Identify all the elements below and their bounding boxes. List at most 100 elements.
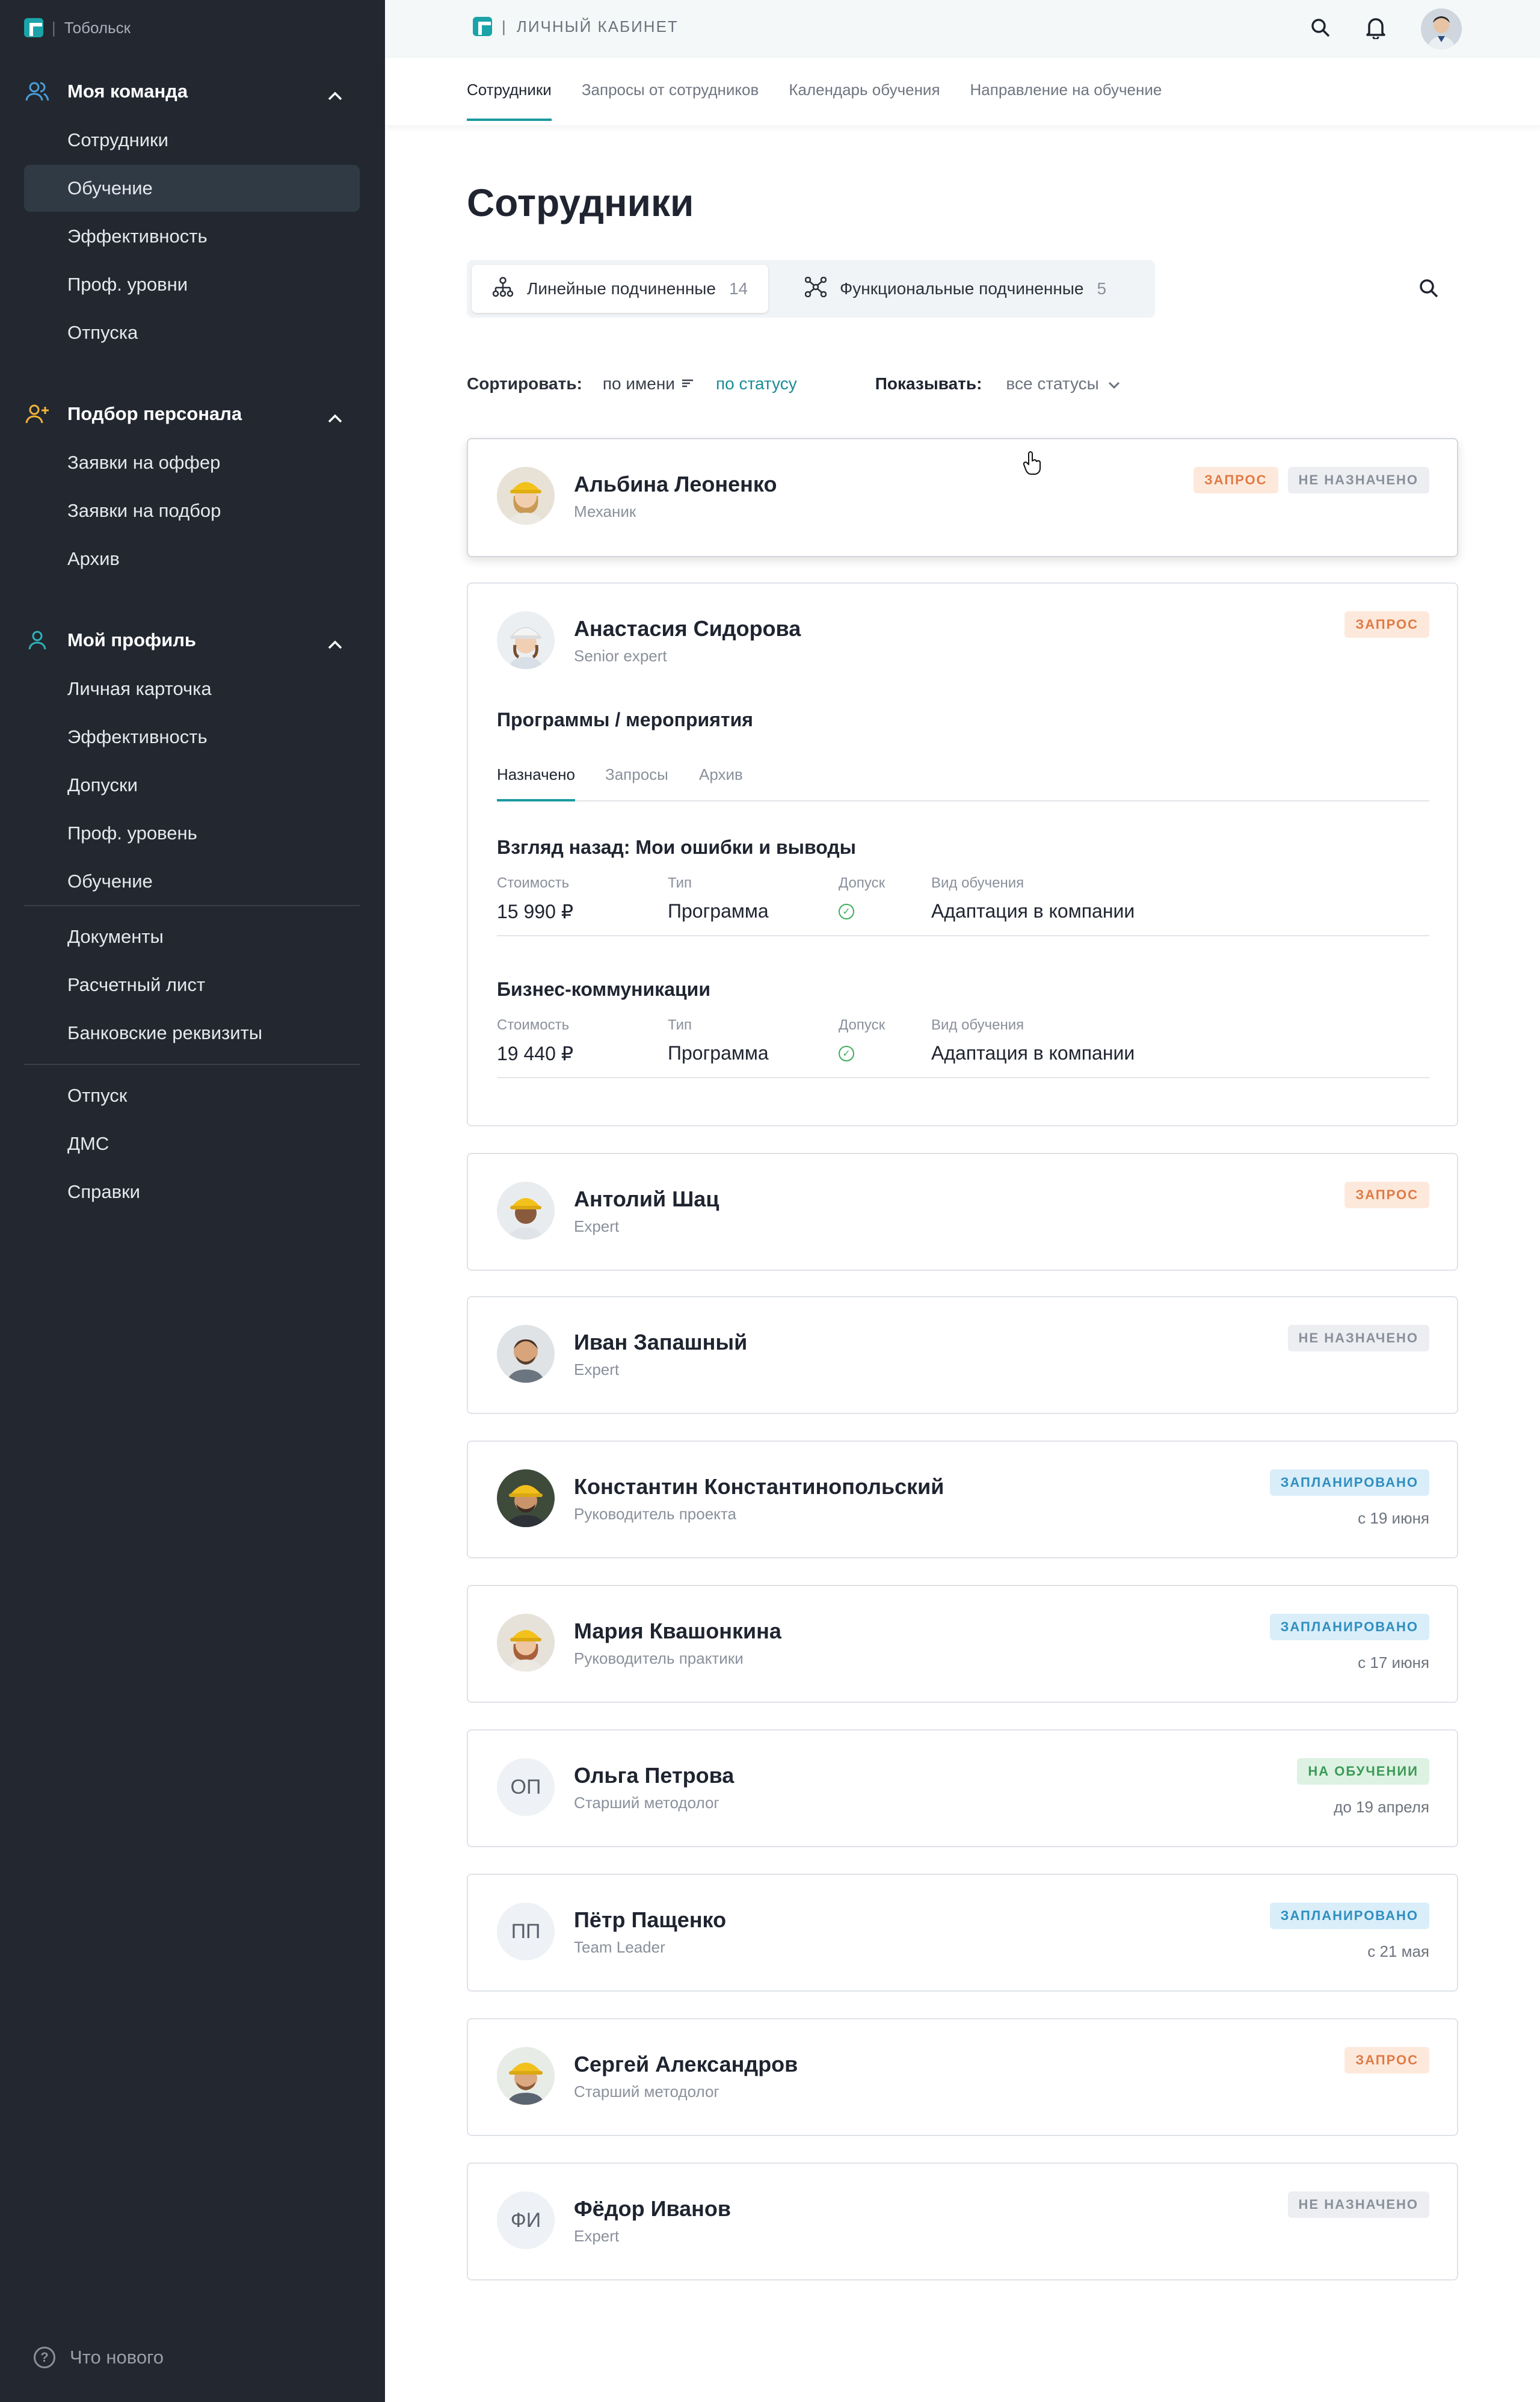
chevron-up-icon[interactable] (327, 84, 343, 106)
employee-name: Сергей Александров (574, 2051, 798, 2076)
show-label: Показывать: (875, 374, 982, 393)
sort-by-name-label: по имени (602, 374, 675, 393)
employee-card[interactable]: Константин Константинопольский Руководит… (467, 1440, 1458, 1558)
sidebar-item-hiring-requests[interactable]: Заявки на подбор (24, 487, 360, 534)
user-icon (24, 627, 51, 653)
sidebar-item-my-training[interactable]: Обучение (24, 858, 360, 905)
sidebar-item-permits[interactable]: Допуски (24, 762, 360, 809)
kind-value: Адаптация в компании (931, 900, 1135, 922)
sidebar-item-dms[interactable]: ДМС (24, 1120, 360, 1167)
sidebar-item-offer-requests[interactable]: Заявки на оффер (24, 439, 360, 486)
employee-role: Expert (574, 1360, 620, 1379)
nav-group-label: Подбор персонала (67, 403, 242, 424)
sidebar-item-archive[interactable]: Архив (24, 536, 360, 582)
search-icon[interactable] (1418, 278, 1439, 301)
tab-archive[interactable]: Архив (699, 765, 743, 800)
cost-value: 19 440 ₽ (497, 1043, 574, 1064)
tab-employee-requests[interactable]: Запросы от сотрудников (582, 81, 759, 121)
sidebar-item-documents[interactable]: Документы (24, 913, 360, 960)
tab-training-calendar[interactable]: Календарь обучения (789, 81, 940, 121)
employee-card[interactable]: Мария Квашонкина Руководитель практики З… (467, 1585, 1458, 1703)
team-icon (24, 78, 51, 105)
status-badge: НА ОБУЧЕНИИ (1297, 1758, 1429, 1785)
employee-role: Старший методолог (574, 2082, 719, 2101)
sidebar-item-vacation[interactable]: Отпуск (24, 1072, 360, 1119)
divider (24, 1064, 360, 1065)
avatar-initials: ФИ (497, 2191, 555, 2249)
programs-title: Программы / мероприятия (497, 709, 753, 730)
employee-role: Руководитель проекта (574, 1504, 736, 1523)
employee-name: Мария Квашонкина (574, 1618, 781, 1643)
program-item[interactable]: Взгляд назад: Мои ошибки и выводы Стоимо… (497, 836, 1429, 936)
user-avatar[interactable] (1421, 8, 1462, 49)
search-icon[interactable] (1310, 17, 1331, 41)
nav-group-my-profile[interactable]: Мой профиль (24, 626, 361, 655)
status-date: с 17 июня (1358, 1653, 1429, 1672)
employee-card[interactable]: Иван Запашный Expert НЕ НАЗНАЧЕНО (467, 1296, 1458, 1414)
sidebar-item-personal-card[interactable]: Личная карточка (24, 665, 360, 712)
sidebar-item-prof-levels[interactable]: Проф. уровни (24, 261, 360, 308)
status-badge: ЗАПРОС (1344, 611, 1429, 638)
nav-group-label: Мой профиль (67, 629, 196, 650)
status-badge: НЕ НАЗНАЧЕНО (1287, 2191, 1429, 2218)
employee-info: Константин Константинопольский Руководит… (497, 1469, 944, 1527)
sidebar-item-prof-level[interactable]: Проф. уровень (24, 810, 360, 857)
employee-role: Старший методолог (574, 1793, 719, 1812)
kind-label: Вид обучения (931, 875, 1024, 891)
chevron-up-icon[interactable] (327, 633, 343, 655)
employee-card[interactable]: ФИ Фёдор Иванов Expert НЕ НАЗНАЧЕНО (467, 2163, 1458, 2280)
nav-group-recruiting[interactable]: Подбор персонала (24, 400, 361, 428)
status-filter-dropdown[interactable]: все статусы (1006, 374, 1120, 394)
employee-card[interactable]: ПП Пётр Пащенко Team Leader ЗАПЛАНИРОВАН… (467, 1874, 1458, 1992)
sort-by-name[interactable]: по имени (603, 374, 694, 394)
tab-training-referral[interactable]: Направление на обучение (970, 81, 1162, 121)
status-badge: ЗАПЛАНИРОВАНО (1269, 1903, 1429, 1929)
whats-new-link[interactable]: ? Что нового (34, 2347, 164, 2368)
chevron-up-icon[interactable] (327, 407, 343, 428)
employee-card-expanded[interactable]: Анастасия Сидорова Senior expert ЗАПРОС … (467, 582, 1458, 1126)
page-title: Сотрудники (467, 181, 694, 224)
add-user-icon (24, 401, 51, 427)
tab-assigned[interactable]: Назначено (497, 765, 575, 801)
chevron-down-icon (1107, 374, 1121, 394)
employee-info: Иван Запашный Expert (497, 1325, 747, 1383)
network-icon (804, 276, 827, 301)
employee-card[interactable]: Сергей Александров Старший методолог ЗАП… (467, 2018, 1458, 2136)
brand[interactable]: | Тобольск (24, 18, 131, 37)
status-badge: ЗАПРОС (1193, 467, 1278, 493)
sidebar-item-payslip[interactable]: Расчетный лист (24, 962, 360, 1008)
topbar-actions (1310, 8, 1462, 49)
program-title: Бизнес-коммуникации (497, 978, 710, 1000)
access-label: Допуск (839, 1017, 886, 1033)
sidebar-item-my-efficiency[interactable]: Эффективность (24, 714, 360, 761)
status-badge: ЗАПЛАНИРОВАНО (1269, 1469, 1429, 1496)
employee-info: Альбина Леоненко Механик (497, 467, 777, 525)
sort-label: Сортировать: (467, 374, 582, 393)
sidebar-item-certificates[interactable]: Справки (24, 1169, 360, 1215)
employee-card[interactable]: Антолий Шац Expert ЗАПРОС (467, 1153, 1458, 1271)
employee-name: Ольга Петрова (574, 1762, 735, 1788)
tab-requests[interactable]: Запросы (605, 765, 668, 800)
avatar (497, 2047, 555, 2105)
employee-card[interactable]: ОП Ольга Петрова Старший методолог НА ОБ… (467, 1729, 1458, 1847)
employee-info: Мария Квашонкина Руководитель практики (497, 1614, 781, 1672)
subordinates-switch: Линейные подчиненные 14 Функциональные п… (467, 260, 1155, 318)
sidebar-item-bank-details[interactable]: Банковские реквизиты (24, 1010, 360, 1057)
sidebar-item-employees[interactable]: Сотрудники (24, 117, 360, 164)
segment-functional[interactable]: Функциональные подчиненные 5 (784, 265, 1127, 313)
employee-name: Альбина Леоненко (574, 471, 777, 496)
tab-employees[interactable]: Сотрудники (467, 81, 552, 121)
sort-by-status[interactable]: по статусу (716, 374, 797, 394)
program-item[interactable]: Бизнес-коммуникации Стоимость 19 440 ₽ Т… (497, 978, 1429, 1078)
segment-linear[interactable]: Линейные подчиненные 14 (472, 265, 769, 313)
employee-card[interactable]: Альбина Леоненко Механик ЗАПРОС НЕ НАЗНА… (467, 438, 1458, 557)
sidebar-item-efficiency[interactable]: Эффективность (24, 213, 360, 260)
sidebar-item-training[interactable]: Обучение (24, 165, 360, 212)
whats-new-label: Что нового (70, 2347, 164, 2368)
employee-name: Антолий Шац (574, 1186, 719, 1211)
sidebar-item-vacations[interactable]: Отпуска (24, 309, 360, 356)
employee-role: Team Leader (574, 1937, 665, 1956)
nav-group-my-team[interactable]: Моя команда (24, 77, 361, 106)
sort-filter-bar: Сортировать: по имени по статусу Показыв… (467, 372, 1121, 396)
bell-icon[interactable] (1366, 16, 1386, 42)
